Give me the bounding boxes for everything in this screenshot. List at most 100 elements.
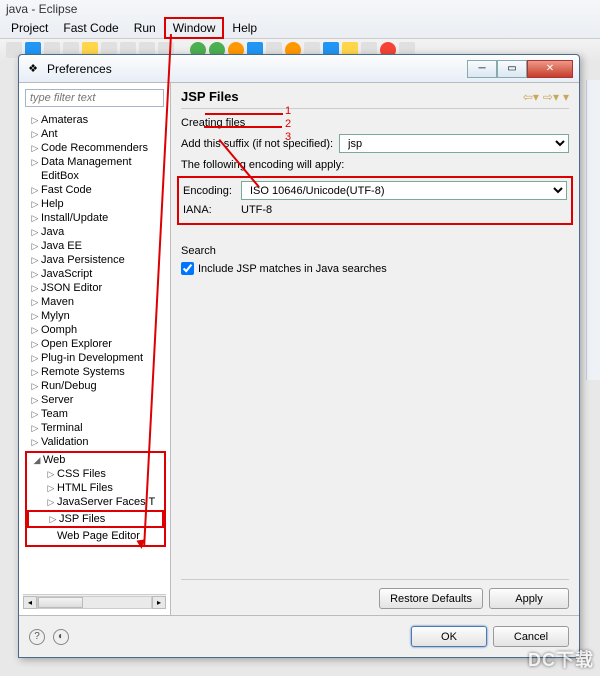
tree-item[interactable]: ▷Mylyn	[25, 309, 166, 323]
tree-item[interactable]: ▷Server	[25, 393, 166, 407]
menu-fastcode[interactable]: Fast Code	[56, 19, 125, 37]
tree-item[interactable]: ▷JSON Editor	[25, 281, 166, 295]
expand-icon: ▷	[29, 297, 41, 308]
tree-label: Amateras	[41, 114, 88, 126]
expand-icon: ▷	[29, 157, 41, 168]
tree-label: Ant	[41, 128, 58, 140]
tree-item[interactable]: ▷Maven	[25, 295, 166, 309]
tree-item[interactable]: ▷HTML Files	[27, 481, 164, 495]
tree-label: Help	[41, 198, 64, 210]
tree-item[interactable]: ▷EditBox	[25, 169, 166, 183]
tree-item[interactable]: ▷Install/Update	[25, 211, 166, 225]
tree-item[interactable]: ▷Java EE	[25, 239, 166, 253]
back-icon[interactable]: ⇦▾	[523, 90, 539, 104]
close-button[interactable]: ✕	[527, 60, 573, 78]
apply-button[interactable]: Apply	[489, 588, 569, 609]
menu-help[interactable]: Help	[225, 19, 264, 37]
iana-label: IANA:	[183, 204, 235, 216]
tree-label: Web Page Editor	[57, 530, 140, 542]
expand-icon: ▷	[29, 255, 41, 266]
expand-icon: ▷	[45, 483, 57, 494]
dialog-titlebar: ❖ Preferences ─ ▭ ✕	[19, 55, 579, 83]
cancel-button[interactable]: Cancel	[493, 626, 569, 647]
tree-item[interactable]: ▷Code Recommenders	[25, 141, 166, 155]
scroll-left-button[interactable]: ◂	[23, 596, 37, 609]
annotation-numbers: 123	[285, 105, 291, 144]
annotation-line	[205, 113, 283, 115]
menubar: Project Fast Code Run Window Help	[0, 18, 600, 38]
import-export-icon[interactable]: ◐	[53, 629, 69, 645]
tree-label: Run/Debug	[41, 380, 97, 392]
tree-label: Java Persistence	[41, 254, 125, 266]
tree-label: Fast Code	[41, 184, 92, 196]
tree-item[interactable]: ▷Terminal	[25, 421, 166, 435]
expand-icon: ▷	[29, 241, 41, 252]
menu-window[interactable]: Window	[164, 17, 225, 39]
tree-label: Open Explorer	[41, 338, 112, 350]
encoding-select[interactable]: ISO 10646/Unicode(UTF-8)	[241, 181, 567, 200]
tree-item[interactable]: ▷Validation	[25, 435, 166, 449]
minimize-button[interactable]: ─	[467, 60, 497, 78]
tree-item[interactable]: ▷Team	[25, 407, 166, 421]
horizontal-scrollbar[interactable]: ◂ ▸	[23, 594, 166, 609]
tree-item[interactable]: ▷Help	[25, 197, 166, 211]
filter-input[interactable]	[25, 89, 164, 107]
tree-item[interactable]: ▷Data Management	[25, 155, 166, 169]
expand-icon: ▷	[29, 143, 41, 154]
forward-icon[interactable]: ⇨▾	[543, 90, 559, 104]
tree-label: EditBox	[41, 170, 79, 182]
restore-defaults-button[interactable]: Restore Defaults	[379, 588, 483, 609]
tree-label: Web	[43, 454, 65, 466]
expand-icon: ▷	[45, 497, 57, 508]
ok-button[interactable]: OK	[411, 626, 487, 647]
tree-item[interactable]: ▷Fast Code	[25, 183, 166, 197]
iana-value: UTF-8	[241, 204, 272, 216]
tree-item[interactable]: ▷Ant	[25, 127, 166, 141]
menu-icon[interactable]: ▾	[563, 90, 569, 104]
menu-run[interactable]: Run	[127, 19, 163, 37]
menu-project[interactable]: Project	[4, 19, 55, 37]
tree-item[interactable]: ▷Open Explorer	[25, 337, 166, 351]
include-jsp-checkbox[interactable]	[181, 262, 194, 275]
dialog-title: Preferences	[47, 62, 467, 76]
annotation-line	[204, 126, 282, 128]
tree-label: Mylyn	[41, 310, 70, 322]
scroll-right-button[interactable]: ▸	[152, 596, 166, 609]
expand-icon: ▷	[29, 409, 41, 420]
tree-label: Remote Systems	[41, 366, 125, 378]
watermark: DC下载	[528, 646, 594, 672]
tree-item[interactable]: ▷JavaScript	[25, 267, 166, 281]
encoding-label: Encoding:	[183, 185, 235, 197]
tree-item[interactable]: ▷CSS Files	[27, 467, 164, 481]
tree-item[interactable]: ▷Remote Systems	[25, 365, 166, 379]
help-icon[interactable]: ?	[29, 629, 45, 645]
tree-label: Java	[41, 226, 64, 238]
search-label: Search	[181, 245, 569, 257]
scrollbar-thumb[interactable]	[38, 597, 83, 608]
suffix-select[interactable]: jsp	[339, 134, 569, 153]
tree-pane: ▷Amateras▷Ant▷Code Recommenders▷Data Man…	[19, 83, 171, 615]
expand-icon: ▷	[29, 423, 41, 434]
tree-item[interactable]: ▷Amateras	[25, 113, 166, 127]
side-panel	[586, 80, 600, 380]
tree-item-web[interactable]: ◢Web	[27, 453, 164, 467]
preferences-dialog: ❖ Preferences ─ ▭ ✕ ▷Amateras▷Ant▷Code R…	[18, 54, 580, 658]
expand-icon: ▷	[29, 213, 41, 224]
tree-label: Terminal	[41, 422, 83, 434]
tree-item[interactable]: ▷Oomph	[25, 323, 166, 337]
maximize-button[interactable]: ▭	[497, 60, 527, 78]
tree-item[interactable]: ▷Java	[25, 225, 166, 239]
tree-item[interactable]: ▷Plug-in Development	[25, 351, 166, 365]
tree-label: Code Recommenders	[41, 142, 148, 154]
expand-icon: ▷	[29, 227, 41, 238]
dialog-footer: ? ◐ OK Cancel	[19, 615, 579, 657]
expand-icon: ▷	[29, 283, 41, 294]
expand-icon: ▷	[29, 325, 41, 336]
expand-icon: ▷	[29, 367, 41, 378]
tree-item[interactable]: ▷Java Persistence	[25, 253, 166, 267]
expand-icon: ▷	[29, 311, 41, 322]
tree-item[interactable]: ▷JavaServer Faces T	[27, 495, 164, 509]
tree-item[interactable]: ▷Run/Debug	[25, 379, 166, 393]
prefs-icon: ❖	[25, 61, 41, 77]
expand-icon: ▷	[29, 199, 41, 210]
